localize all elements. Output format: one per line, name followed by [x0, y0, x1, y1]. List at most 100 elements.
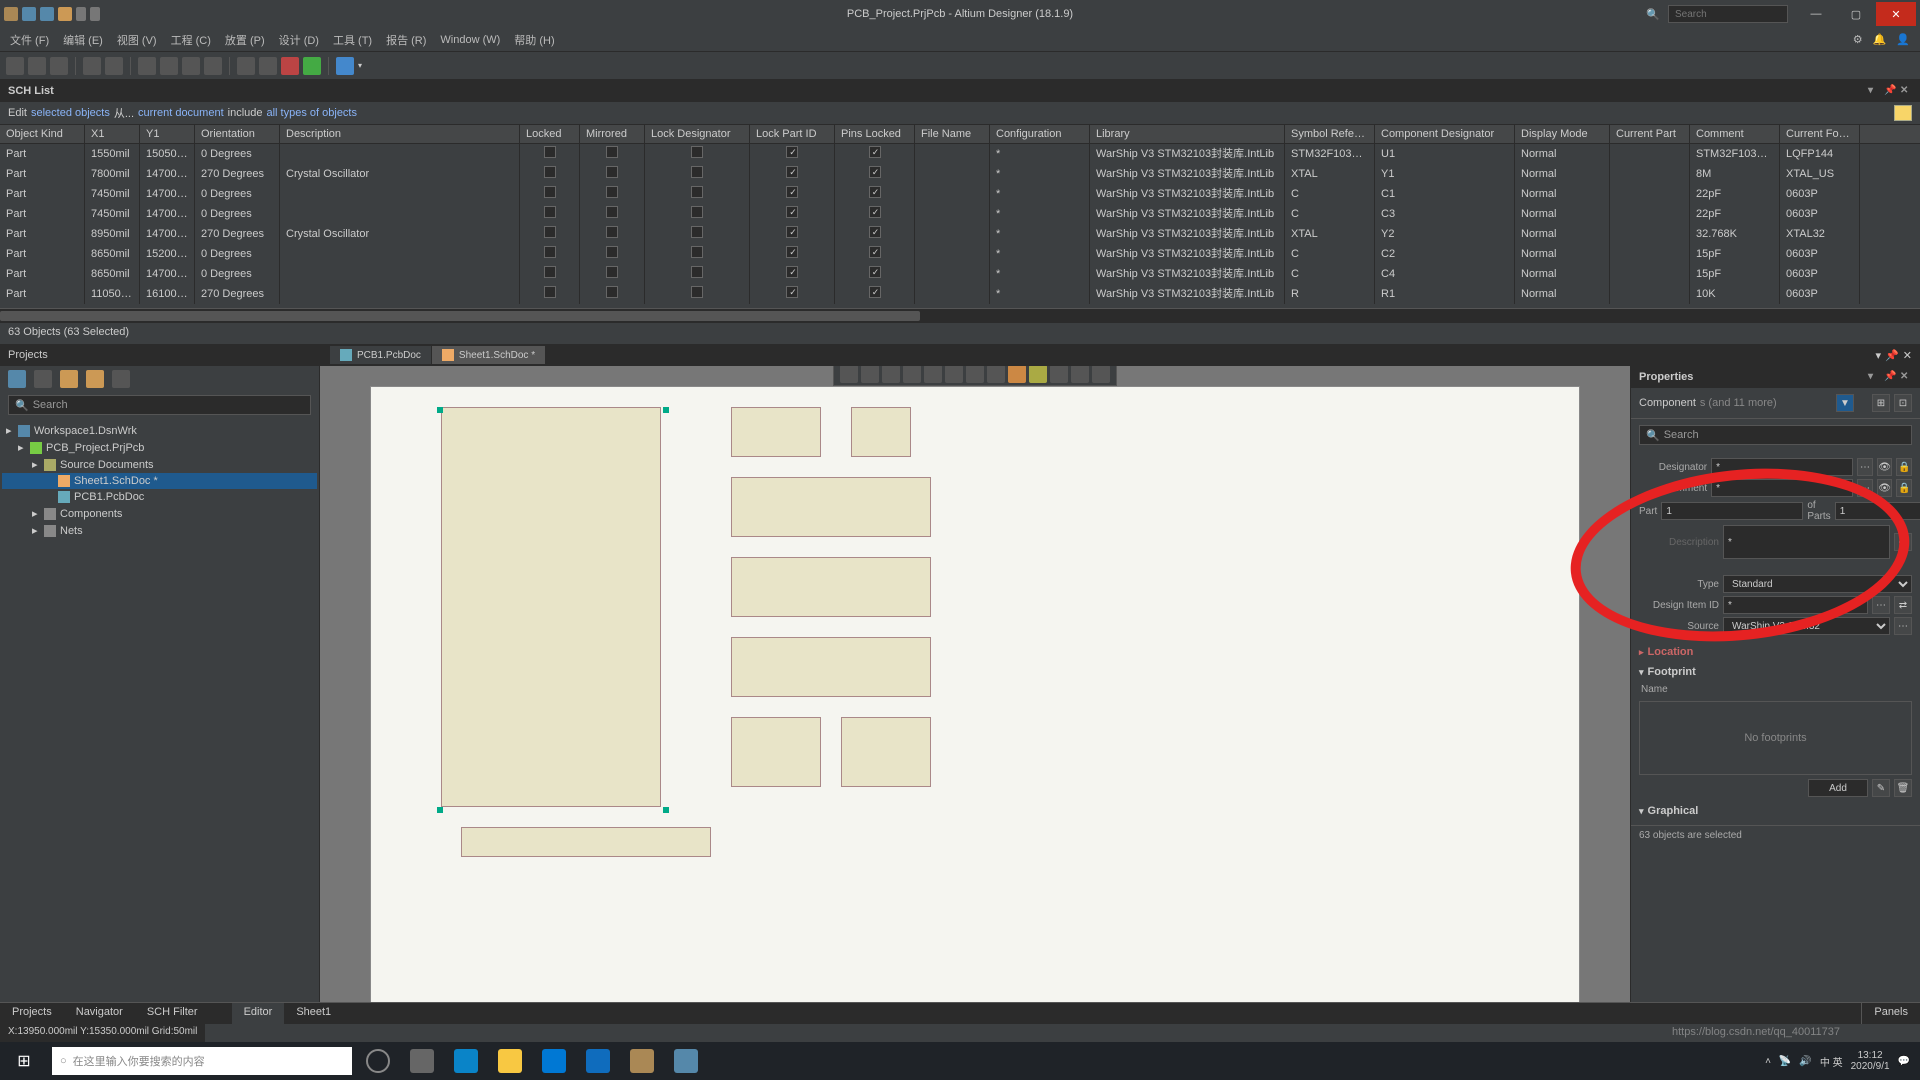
projects-pin[interactable]: 📌: [1885, 349, 1899, 362]
tray-up[interactable]: ˄: [1765, 1056, 1771, 1067]
block-d[interactable]: [731, 557, 931, 617]
ft-text[interactable]: [1071, 366, 1089, 383]
tree-item[interactable]: ▸Components: [2, 505, 317, 522]
tab-schfilter[interactable]: SCH Filter: [135, 1003, 210, 1024]
tree-item[interactable]: Sheet1.SchDoc *: [2, 473, 317, 489]
ft-rotate[interactable]: [987, 366, 1005, 383]
proj-folder[interactable]: [60, 370, 78, 388]
table-row[interactable]: Part7450mil14700mil0 Degrees*WarShip V3 …: [0, 204, 1920, 224]
tray-notifications[interactable]: 💬: [1898, 1056, 1910, 1067]
task-app[interactable]: [674, 1049, 698, 1073]
ft-flip[interactable]: [966, 366, 984, 383]
tb-cancel[interactable]: [281, 57, 299, 75]
tb-zoom-fit[interactable]: [83, 57, 101, 75]
table-row[interactable]: Part1550mil15050mil0 Degrees*WarShip V3 …: [0, 144, 1920, 164]
table-row[interactable]: Part11050mil16100mil270 Degrees*WarShip …: [0, 284, 1920, 304]
menu-file[interactable]: 文件 (F): [10, 32, 49, 48]
ft-dist[interactable]: [945, 366, 963, 383]
block-e[interactable]: [731, 637, 931, 697]
minimize-button[interactable]: —: [1796, 2, 1836, 26]
open-icon[interactable]: [58, 7, 72, 21]
tb-redo[interactable]: [259, 57, 277, 75]
table-row[interactable]: Part7450mil14700mil0 Degrees*WarShip V3 …: [0, 184, 1920, 204]
panels-button[interactable]: Panels: [1861, 1003, 1920, 1024]
table-row[interactable]: Part8650mil14700mil0 Degrees*WarShip V3 …: [0, 264, 1920, 284]
edit-footprint[interactable]: ✎: [1872, 779, 1890, 797]
ft-watch[interactable]: [1008, 366, 1026, 383]
proj-compile[interactable]: [34, 370, 52, 388]
block-c[interactable]: [731, 477, 931, 537]
design-swap[interactable]: ⇄: [1894, 596, 1912, 614]
close-button[interactable]: ✕: [1876, 2, 1916, 26]
redo-icon[interactable]: [90, 7, 100, 21]
mcu-block[interactable]: [441, 407, 661, 807]
projects-close[interactable]: ✕: [1903, 349, 1912, 362]
menu-project[interactable]: 工程 (C): [171, 32, 211, 48]
doc-tab-sch[interactable]: Sheet1.SchDoc *: [432, 346, 546, 364]
project-tree[interactable]: ▸Workspace1.DsnWrk▸PCB_Project.PrjPcb▸So…: [0, 418, 319, 1024]
proj-settings[interactable]: [112, 370, 130, 388]
panel-pin[interactable]: 📌: [1884, 85, 1896, 97]
global-search-input[interactable]: [1668, 5, 1788, 23]
menu-edit[interactable]: 编辑 (E): [63, 32, 103, 48]
designator-eye[interactable]: 👁: [1877, 458, 1893, 476]
designator-input[interactable]: [1711, 458, 1853, 476]
type-select[interactable]: Standard: [1723, 575, 1912, 593]
delete-footprint[interactable]: 🗑: [1894, 779, 1912, 797]
tb-save[interactable]: [50, 57, 68, 75]
tab-navigator[interactable]: Navigator: [64, 1003, 135, 1024]
system-tray[interactable]: ˄ 📡 🔊 中 英 13:12 2020/9/1 💬: [1765, 1050, 1920, 1072]
tray-net[interactable]: 📡: [1779, 1056, 1791, 1067]
tb-new[interactable]: [6, 57, 24, 75]
sch-list-grid[interactable]: Object Kind X1 Y1 Orientation Descriptio…: [0, 124, 1920, 322]
comment-lock[interactable]: 🔒: [1896, 479, 1912, 497]
ft-font[interactable]: [1050, 366, 1068, 383]
task-edge[interactable]: [454, 1049, 478, 1073]
projects-dropdown[interactable]: ▾: [1876, 349, 1882, 362]
grid-btn2[interactable]: ⊡: [1894, 394, 1912, 412]
desc-more[interactable]: ⋯: [1894, 533, 1912, 551]
tb-copy[interactable]: [160, 57, 178, 75]
tb-paste[interactable]: [182, 57, 200, 75]
tree-item[interactable]: ▸Workspace1.DsnWrk: [2, 422, 317, 439]
designator-lock[interactable]: 🔒: [1896, 458, 1912, 476]
projects-search[interactable]: 🔍 Search: [8, 395, 311, 415]
task-cortana[interactable]: [366, 1049, 390, 1073]
save-icon[interactable]: [22, 7, 36, 21]
tree-item[interactable]: ▸Source Documents: [2, 456, 317, 473]
settings-icon[interactable]: ⚙: [1853, 33, 1863, 46]
menu-help[interactable]: 帮助 (H): [514, 32, 554, 48]
panel-close[interactable]: ✕: [1900, 85, 1912, 97]
tb-confirm[interactable]: [303, 57, 321, 75]
table-row[interactable]: Part8950mil14700mil270 DegreesCrystal Os…: [0, 224, 1920, 244]
ft-align-c[interactable]: [924, 366, 942, 383]
menu-tools[interactable]: 工具 (T): [333, 32, 372, 48]
block-b[interactable]: [851, 407, 911, 457]
tb-edit[interactable]: [336, 57, 354, 75]
filter-link-document[interactable]: current document: [138, 107, 224, 119]
grid-btn1[interactable]: ⊞: [1872, 394, 1890, 412]
menu-design[interactable]: 设计 (D): [279, 32, 319, 48]
filter-link-selected[interactable]: selected objects: [31, 107, 110, 119]
ft-add[interactable]: [861, 366, 879, 383]
graphical-section[interactable]: Graphical: [1631, 801, 1920, 821]
filter-btn[interactable]: ▼: [1836, 394, 1854, 412]
designator-more[interactable]: ⋯: [1857, 458, 1873, 476]
ofparts-input[interactable]: [1835, 502, 1920, 520]
ft-align-l[interactable]: [882, 366, 900, 383]
block-g[interactable]: [841, 717, 931, 787]
tree-item[interactable]: ▸Nets: [2, 522, 317, 539]
props-dropdown[interactable]: ▾: [1868, 371, 1880, 383]
add-footprint-button[interactable]: Add: [1808, 779, 1868, 797]
tb-select[interactable]: [204, 57, 222, 75]
task-explorer[interactable]: [498, 1049, 522, 1073]
tb-cut[interactable]: [138, 57, 156, 75]
proj-home[interactable]: [8, 370, 26, 388]
menu-window[interactable]: Window (W): [440, 34, 500, 46]
task-store[interactable]: [542, 1049, 566, 1073]
comment-input[interactable]: [1711, 479, 1853, 497]
filter-link-types[interactable]: all types of objects: [267, 107, 358, 119]
notify-icon[interactable]: 🔔: [1873, 33, 1887, 46]
highlight-icon[interactable]: [1894, 105, 1912, 121]
props-pin[interactable]: 📌: [1884, 371, 1896, 383]
